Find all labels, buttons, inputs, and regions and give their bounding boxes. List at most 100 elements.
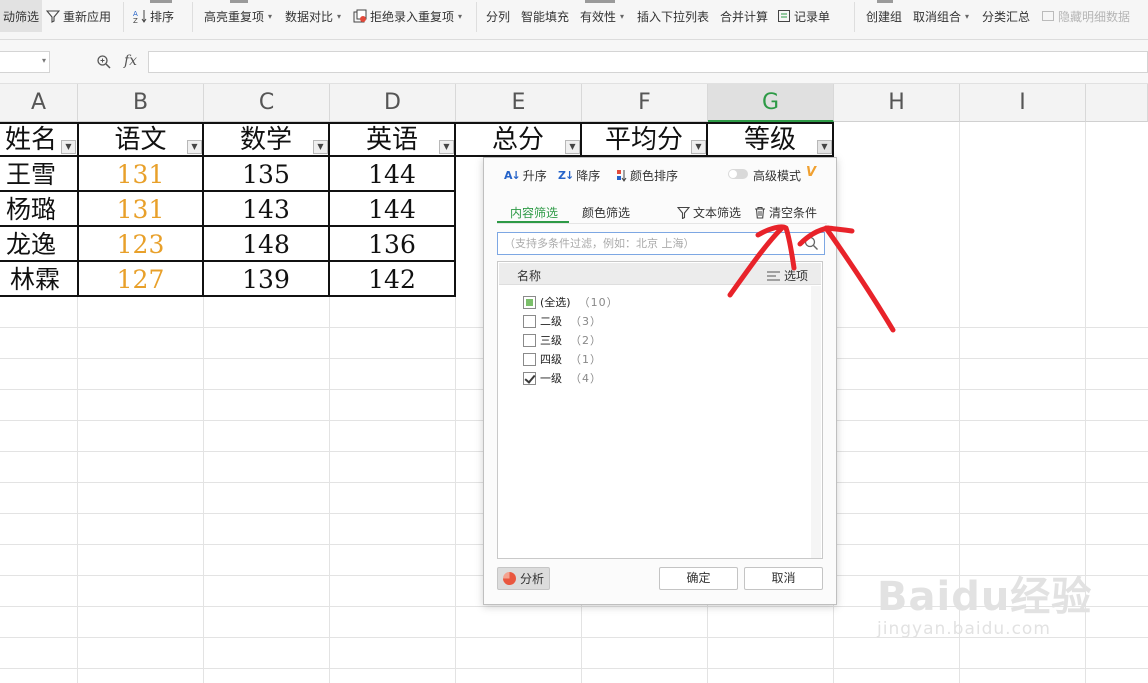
filter-dropdown-button[interactable]: ▼	[565, 140, 580, 154]
sort-ascending-icon: A↓	[504, 169, 521, 182]
filter-dropdown-button[interactable]: ▼	[61, 140, 76, 154]
tab-color-filter[interactable]: 颜色筛选	[582, 204, 630, 221]
hide-detail-label: 隐藏明细数据	[1058, 9, 1131, 24]
highlight-duplicates-button[interactable]: 高亮重复项 ▾	[204, 0, 272, 32]
consolidate-button[interactable]: 合并计算	[720, 0, 768, 32]
fx-label[interactable]: fx	[124, 53, 137, 69]
column-header-g[interactable]: G	[708, 84, 834, 122]
split-column-button[interactable]: 分列	[486, 0, 510, 32]
tab-content-filter[interactable]: 内容筛选	[510, 204, 558, 221]
ok-button[interactable]: 确定	[659, 567, 738, 590]
subtotal-button[interactable]: 分类汇总	[982, 0, 1030, 32]
analyze-button[interactable]: 分析	[497, 567, 550, 590]
column-header-b[interactable]: B	[78, 84, 204, 122]
filter-dropdown-button[interactable]: ▼	[187, 140, 202, 154]
advanced-mode-label[interactable]: 高级模式	[753, 167, 801, 184]
hide-detail-icon	[1042, 11, 1054, 21]
table-cell[interactable]: 王雪	[0, 158, 76, 192]
list-item[interactable]: 四级 （1）	[523, 351, 602, 367]
table-cell[interactable]: 144	[330, 193, 454, 227]
header-cell-total[interactable]: 总分	[456, 123, 580, 157]
table-cell[interactable]: 龙逸	[0, 228, 76, 262]
filter-active-button[interactable]: ▼	[313, 140, 328, 154]
list-item[interactable]: (全选) （10）	[523, 294, 619, 310]
header-cell-average[interactable]: 平均分	[582, 123, 706, 157]
header-cell-math[interactable]: 数学	[204, 123, 328, 157]
data-compare-button[interactable]: 数据对比 ▾	[285, 0, 341, 32]
column-header-f[interactable]: F	[582, 84, 708, 122]
column-header-c[interactable]: C	[204, 84, 330, 122]
filter-active-button[interactable]: ▼	[817, 140, 832, 154]
column-header-a[interactable]: A	[0, 84, 78, 122]
record-form-button[interactable]: 记录单	[777, 0, 830, 32]
checkbox[interactable]	[523, 295, 536, 309]
list-item[interactable]: 一级 （4）	[523, 370, 602, 386]
checkbox[interactable]	[523, 333, 536, 347]
list-item[interactable]: 二级 （3）	[523, 313, 602, 329]
table-cell[interactable]: 131	[79, 158, 202, 192]
smart-fill-button[interactable]: 智能填充	[521, 0, 569, 32]
color-sort-button[interactable]: 颜色排序	[617, 167, 678, 184]
cancel-button[interactable]: 取消	[744, 567, 823, 590]
watermark-brand: Baidu经验	[877, 574, 1093, 620]
filter-search-input[interactable]	[498, 233, 798, 254]
table-cell[interactable]: 135	[204, 158, 328, 192]
column-header-i[interactable]: I	[960, 84, 1086, 122]
options-button[interactable]: 选项	[767, 267, 808, 284]
list-item[interactable]: 三级 （2）	[523, 332, 602, 348]
zoom-icon[interactable]	[96, 54, 112, 70]
header-cell-english[interactable]: 英语	[330, 123, 454, 157]
reapply-button[interactable]: 重新应用	[46, 0, 111, 32]
validation-button[interactable]: 有效性 ▾	[580, 0, 624, 32]
list-item-count: （1）	[570, 353, 602, 366]
checkbox[interactable]	[523, 371, 536, 385]
auto-filter-button[interactable]: 动筛选	[0, 0, 43, 32]
text-filter-button[interactable]: 文本筛选	[677, 204, 741, 221]
checkbox[interactable]	[523, 314, 536, 328]
table-cell[interactable]: 142	[330, 263, 454, 297]
ungroup-button[interactable]: 取消组合 ▾	[913, 0, 969, 32]
table-cell[interactable]: 148	[204, 228, 328, 262]
name-box[interactable]: ▾	[0, 51, 50, 73]
formula-input[interactable]	[148, 51, 1148, 73]
insert-dropdown-list-button[interactable]: 插入下拉列表	[637, 0, 709, 32]
column-header-d[interactable]: D	[330, 84, 456, 122]
table-cell[interactable]: 杨璐	[0, 193, 76, 227]
watermark: Baidu经验 jingyan.baidu.com	[877, 575, 1092, 639]
sort-ascending-button[interactable]: A↓ 升序	[504, 167, 547, 184]
chevron-down-icon: ▾	[268, 11, 273, 21]
create-group-button[interactable]: 创建组	[866, 0, 902, 32]
table-cell[interactable]: 林霖	[0, 263, 80, 297]
filter-dropdown-button[interactable]: ▼	[439, 140, 454, 154]
list-scrollbar[interactable]	[811, 286, 821, 558]
filter-dropdown-button[interactable]: ▼	[691, 140, 706, 154]
column-header-e[interactable]: E	[456, 84, 582, 122]
formula-bar: ▾ fx	[0, 40, 1148, 84]
header-cell-grade[interactable]: 等级	[708, 123, 832, 157]
create-group-label: 创建组	[866, 9, 903, 24]
column-header-h[interactable]: H	[834, 84, 960, 122]
search-icon[interactable]	[804, 236, 819, 251]
reapply-filter-icon	[46, 10, 60, 23]
table-cell[interactable]: 144	[330, 158, 454, 192]
chevron-down-icon[interactable]: ▾	[42, 56, 46, 65]
table-cell[interactable]: 136	[330, 228, 454, 262]
sort-button[interactable]: AZ 排序	[133, 0, 174, 32]
hide-detail-button[interactable]: 隐藏明细数据	[1041, 0, 1130, 32]
table-cell[interactable]: 123	[79, 228, 202, 262]
reapply-label: 重新应用	[63, 9, 112, 24]
table-cell[interactable]: 143	[204, 193, 328, 227]
checkbox[interactable]	[523, 352, 536, 366]
sort-descending-button[interactable]: Z↓ 降序	[558, 167, 600, 184]
options-icon	[767, 271, 780, 280]
filter-search-box[interactable]	[497, 232, 825, 255]
table-cell[interactable]: 139	[204, 263, 328, 297]
header-cell-chinese[interactable]: 语文	[79, 123, 202, 157]
table-cell[interactable]: 127	[79, 263, 202, 297]
reject-duplicates-button[interactable]: 拒绝录入重复项 ▾	[353, 0, 462, 32]
table-cell[interactable]: 131	[79, 193, 202, 227]
advanced-mode-toggle[interactable]	[728, 169, 748, 179]
column-header-next[interactable]	[1086, 84, 1148, 122]
pie-chart-icon	[502, 572, 516, 585]
clear-conditions-button[interactable]: 清空条件	[754, 204, 817, 221]
